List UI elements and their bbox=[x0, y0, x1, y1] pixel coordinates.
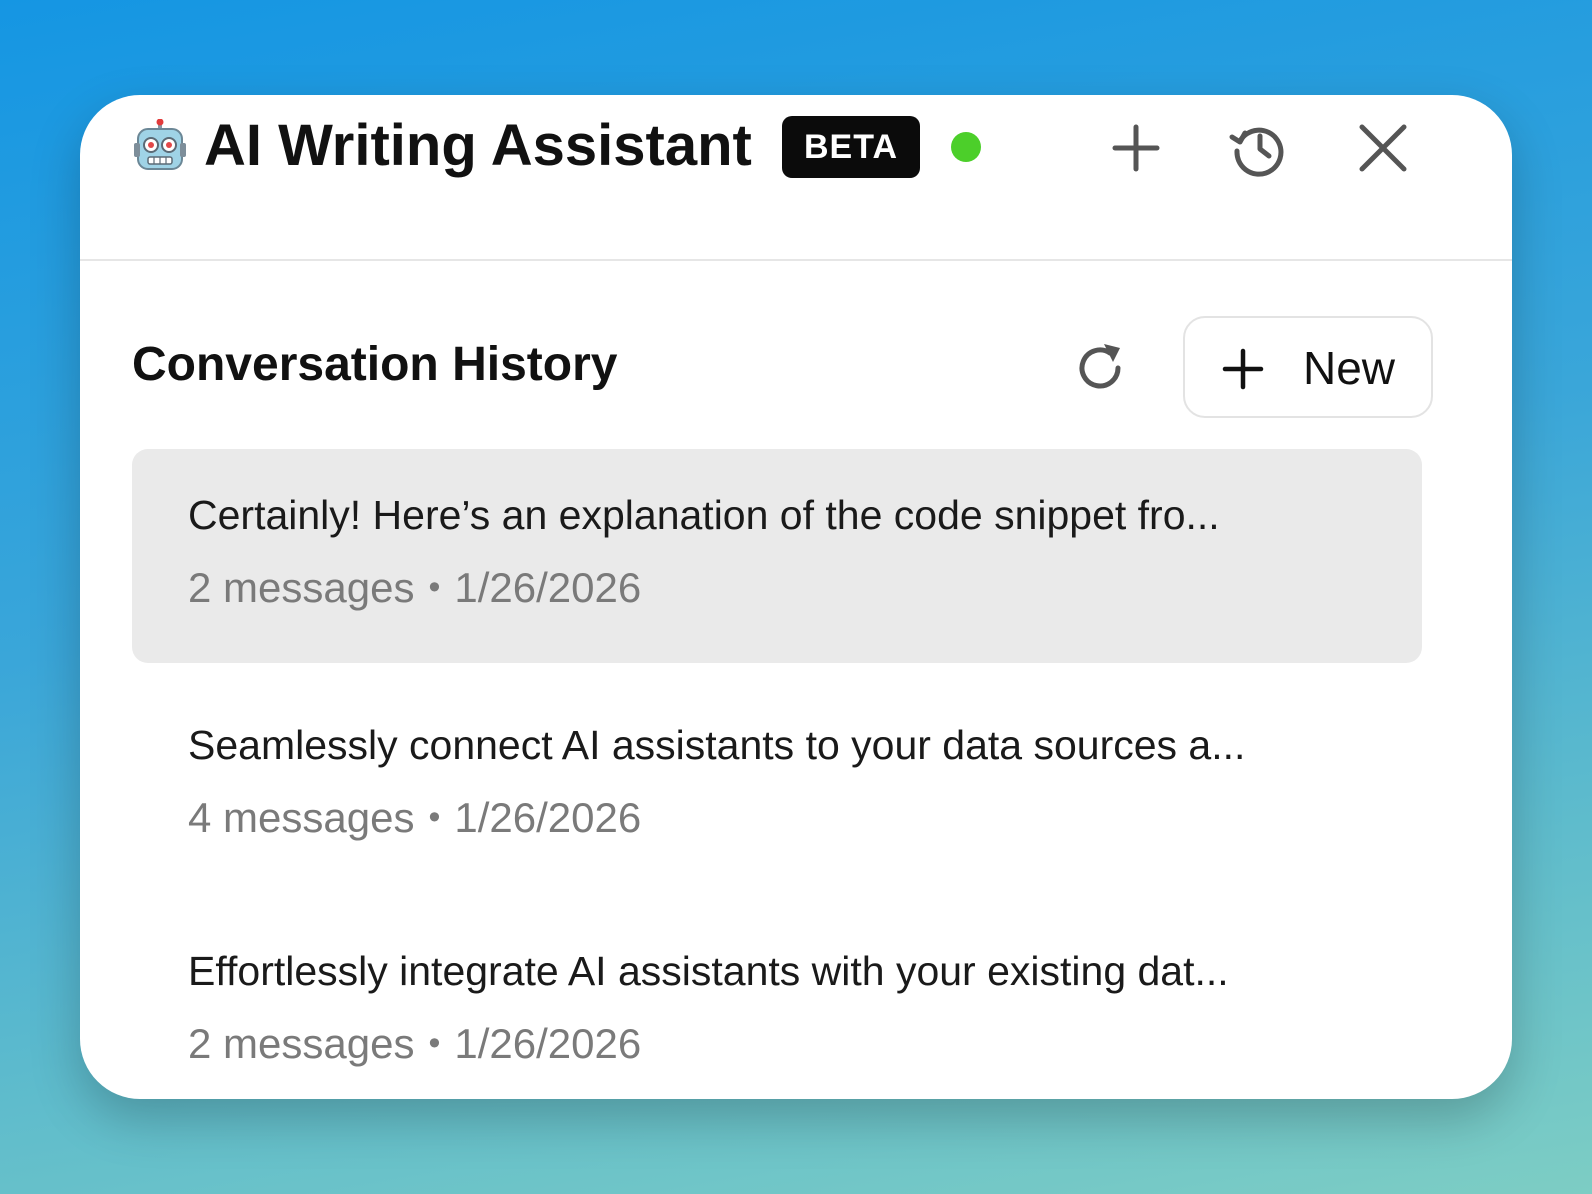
robot-icon bbox=[132, 118, 188, 175]
status-indicator bbox=[951, 132, 981, 162]
conversation-meta: 2 messages • 1/26/2026 bbox=[188, 1017, 641, 1070]
meta-separator: • bbox=[428, 798, 441, 836]
section-title: Conversation History bbox=[132, 338, 618, 391]
new-button-label: New bbox=[1303, 342, 1396, 394]
conversation-meta: 2 messages • 1/26/2026 bbox=[188, 561, 641, 614]
message-count: 2 messages bbox=[188, 1020, 415, 1067]
conversation-meta: 4 messages • 1/26/2026 bbox=[188, 791, 641, 844]
refresh-button[interactable] bbox=[1070, 338, 1130, 398]
conversation-item[interactable]: Seamlessly connect AI assistants to your… bbox=[132, 679, 1422, 893]
conversation-date: 1/26/2026 bbox=[454, 794, 642, 841]
conversation-item[interactable]: Effortlessly integrate AI assistants wit… bbox=[132, 905, 1422, 1099]
history-button[interactable] bbox=[1226, 115, 1292, 181]
conversation-date: 1/26/2026 bbox=[454, 1020, 642, 1067]
beta-badge: BETA bbox=[782, 116, 921, 178]
app-title: AI Writing Assistant bbox=[204, 113, 752, 178]
meta-separator: • bbox=[428, 568, 441, 606]
conversation-title: Seamlessly connect AI assistants to your… bbox=[188, 722, 1246, 768]
plus-icon bbox=[1221, 347, 1265, 391]
new-conversation-button[interactable]: New bbox=[1183, 316, 1433, 418]
conversation-date: 1/26/2026 bbox=[454, 564, 642, 611]
plus-icon bbox=[1112, 124, 1160, 172]
conversation-item[interactable]: Certainly! Here’s an explanation of the … bbox=[132, 449, 1422, 663]
assistant-panel: AI Writing Assistant BETA Conversation H… bbox=[80, 95, 1512, 1099]
message-count: 2 messages bbox=[188, 564, 415, 611]
conversation-title: Effortlessly integrate AI assistants wit… bbox=[188, 948, 1229, 994]
panel-header: AI Writing Assistant BETA bbox=[80, 95, 1512, 261]
meta-separator: • bbox=[428, 1024, 441, 1062]
close-button[interactable] bbox=[1350, 115, 1416, 181]
close-icon bbox=[1359, 124, 1407, 172]
history-icon bbox=[1229, 127, 1284, 177]
message-count: 4 messages bbox=[188, 794, 415, 841]
conversation-title: Certainly! Here’s an explanation of the … bbox=[188, 492, 1220, 538]
refresh-icon bbox=[1079, 344, 1121, 389]
new-chat-button[interactable] bbox=[1103, 115, 1169, 181]
